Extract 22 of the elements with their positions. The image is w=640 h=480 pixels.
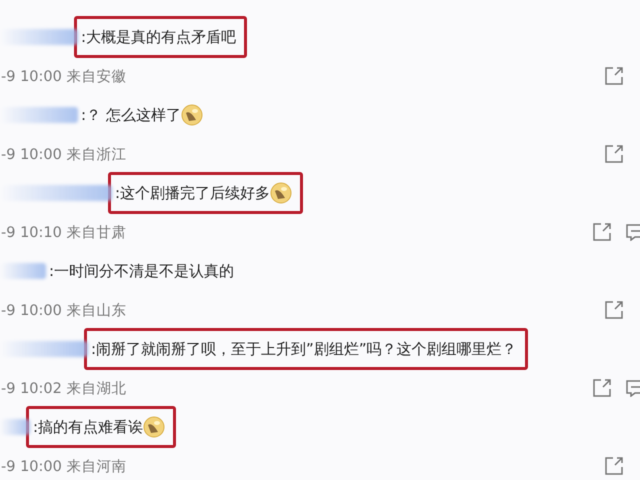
share-icon[interactable] bbox=[604, 456, 624, 476]
share-icon[interactable] bbox=[592, 378, 612, 398]
comment-meta: -9 10:02 来自湖北 bbox=[1, 380, 126, 398]
comment-text: :搞的有点难看诶 bbox=[33, 418, 144, 436]
comment-text: :大概是真的有点矛盾吧 bbox=[81, 28, 236, 46]
comment-icon[interactable] bbox=[626, 379, 640, 397]
blurred-username bbox=[0, 263, 46, 279]
share-icon[interactable] bbox=[592, 222, 612, 242]
comment-text: :？ 怎么这样了 bbox=[81, 106, 181, 124]
comment-text: :这个剧播完了后续好多 bbox=[115, 184, 270, 202]
share-icon[interactable] bbox=[604, 300, 624, 320]
comment-icon[interactable] bbox=[626, 223, 640, 241]
share-icon[interactable] bbox=[604, 144, 624, 164]
comment-meta: -9 10:00 来自山东 bbox=[1, 302, 126, 320]
comment-meta: -9 10:00 来自河南 bbox=[1, 458, 126, 476]
share-icon[interactable] bbox=[604, 66, 624, 86]
comment-text: :一时间分不清是不是认真的 bbox=[49, 262, 234, 280]
comment-meta: -9 10:00 来自安徽 bbox=[1, 68, 126, 86]
blurred-username bbox=[0, 419, 30, 435]
comment-meta: -9 10:10 来自甘肃 bbox=[1, 224, 126, 242]
comment-text: :闹掰了就闹掰了呗，至于上升到”剧组烂”吗？这个剧组哪里烂？ bbox=[91, 340, 517, 358]
comment-meta: -9 10:00 来自浙江 bbox=[1, 146, 126, 164]
